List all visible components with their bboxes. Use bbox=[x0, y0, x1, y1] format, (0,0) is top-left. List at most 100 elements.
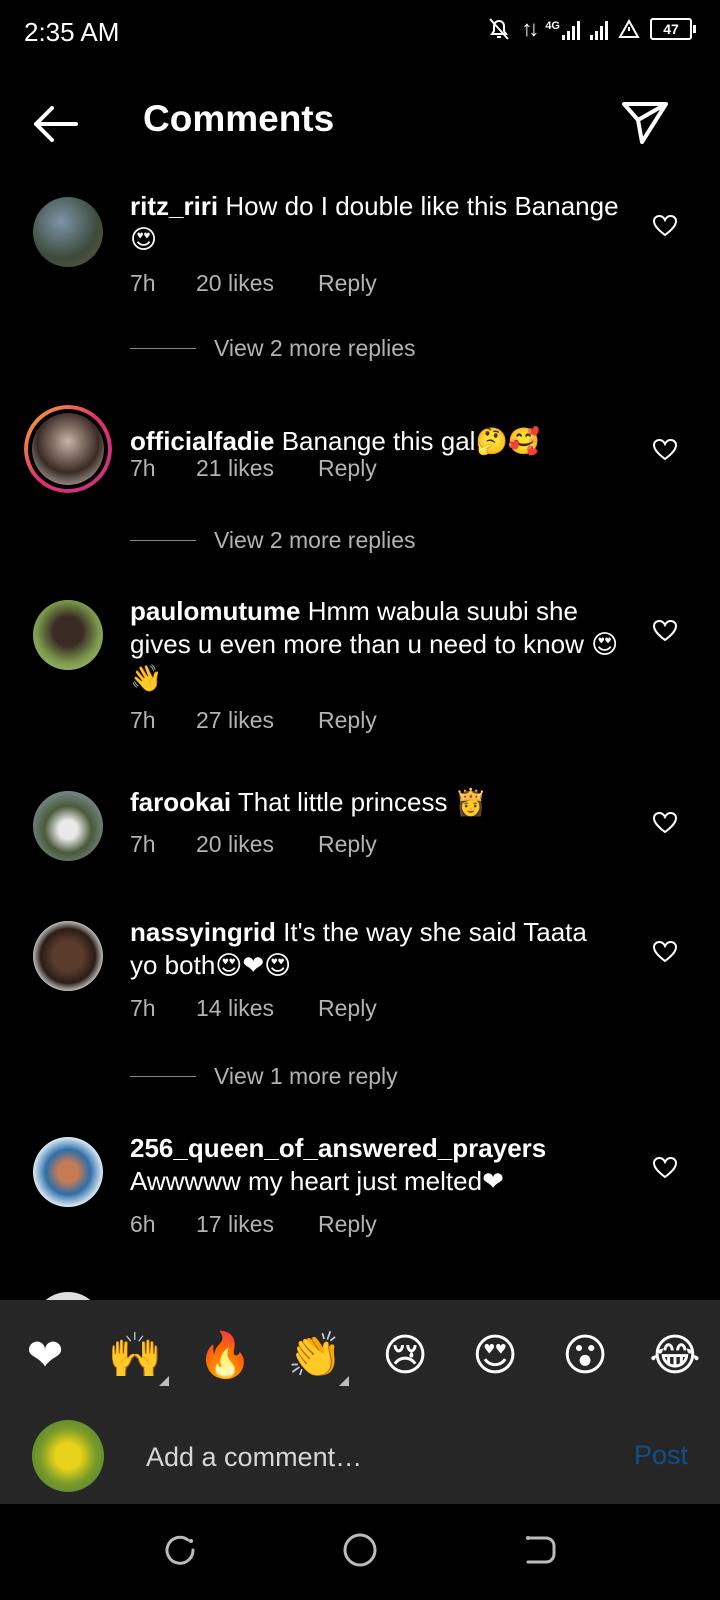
send-icon[interactable] bbox=[620, 98, 670, 148]
comment-time: 7h bbox=[130, 270, 156, 296]
back-nav-icon[interactable] bbox=[520, 1530, 560, 1570]
emoji-raised-hands-button[interactable]: 🙌 bbox=[105, 1328, 169, 1386]
comment-item: 256_queen_of_answered_prayers Awwwww my … bbox=[0, 1132, 720, 1254]
comment-time: 7h bbox=[130, 995, 156, 1021]
signal-2-icon bbox=[590, 18, 608, 40]
reply-button[interactable]: Reply bbox=[318, 1211, 377, 1238]
emoji-clap-button[interactable]: 👏 bbox=[285, 1328, 349, 1386]
emoji-surprised-button[interactable]: 😮 bbox=[555, 1328, 615, 1384]
comment-username[interactable]: nassyingrid bbox=[130, 917, 276, 947]
comment-time: 7h bbox=[130, 831, 156, 857]
comment-emoji: ❤ bbox=[482, 1167, 504, 1197]
header: Comments bbox=[0, 76, 720, 168]
comment-emoji: 😍 bbox=[130, 225, 158, 255]
emoji-heart-eyes-button[interactable]: 😍 bbox=[465, 1328, 525, 1384]
heart-icon[interactable] bbox=[652, 438, 678, 462]
comment-likes[interactable]: 20 likes bbox=[196, 831, 318, 858]
comment-meta: 7h 21 likes Reply bbox=[130, 455, 377, 482]
avatar[interactable] bbox=[33, 1137, 103, 1207]
comment-message: That little princess bbox=[237, 787, 448, 817]
comment-item: nassyingrid It's the way she said Taata … bbox=[0, 916, 720, 1098]
comment-username[interactable]: 256_queen_of_answered_prayers bbox=[130, 1133, 546, 1163]
reply-button[interactable]: Reply bbox=[318, 270, 377, 297]
data-transfer-icon: ↑↓ bbox=[521, 16, 539, 41]
heart-icon[interactable] bbox=[652, 1156, 678, 1180]
heart-icon[interactable] bbox=[652, 619, 678, 643]
reply-button[interactable]: Reply bbox=[318, 707, 377, 734]
battery-icon: 47 bbox=[650, 18, 696, 40]
comment-input[interactable] bbox=[144, 1436, 588, 1478]
emoji-laugh-button[interactable]: 😂 bbox=[645, 1328, 705, 1384]
avatar[interactable] bbox=[24, 405, 112, 493]
comment-likes[interactable]: 14 likes bbox=[196, 995, 318, 1022]
comment-emoji: 🤔🥰 bbox=[475, 427, 541, 457]
view-replies-button[interactable]: View 1 more reply bbox=[130, 1063, 398, 1090]
status-bar: 2:35 AM ↑↓ 4G 47 bbox=[0, 0, 720, 64]
comment-likes[interactable]: 17 likes bbox=[196, 1211, 318, 1238]
avatar[interactable] bbox=[33, 791, 103, 861]
comment-item: paulomutume Hmm wabula suubi she gives u… bbox=[0, 595, 720, 745]
home-icon[interactable] bbox=[340, 1530, 380, 1570]
emoji-quick-bar: ❤ 🙌 🔥 👏 😢 😍 😮 😂 bbox=[0, 1300, 720, 1410]
comment-text: officialfadie Banange this gal🤔🥰 bbox=[130, 425, 620, 459]
avatar[interactable] bbox=[33, 197, 103, 267]
heart-icon[interactable] bbox=[652, 214, 678, 238]
comment-likes[interactable]: 20 likes bbox=[196, 270, 318, 297]
comment-time: 7h bbox=[130, 707, 156, 733]
view-replies-label: View 2 more replies bbox=[214, 527, 416, 553]
emoji-heart-button[interactable]: ❤ bbox=[15, 1328, 75, 1384]
view-replies-button[interactable]: View 2 more replies bbox=[130, 527, 416, 554]
comment-meta: 7h 20 likes Reply bbox=[130, 270, 377, 297]
emoji-clap-glyph: 👏 bbox=[287, 1330, 343, 1381]
emoji-fire-button[interactable]: 🔥 bbox=[195, 1328, 255, 1384]
reply-button[interactable]: Reply bbox=[318, 995, 377, 1022]
emoji-cry-button[interactable]: 😢 bbox=[375, 1328, 435, 1384]
comment-message: Awwwww my heart just melted bbox=[130, 1166, 483, 1196]
reply-button[interactable]: Reply bbox=[318, 455, 377, 482]
comment-username[interactable]: paulomutume bbox=[130, 596, 300, 626]
current-user-avatar bbox=[32, 1420, 104, 1492]
comment-composer: Post bbox=[0, 1410, 720, 1504]
comment-username[interactable]: ritz_riri bbox=[130, 191, 218, 221]
view-replies-label: View 2 more replies bbox=[214, 335, 416, 361]
recent-apps-icon[interactable] bbox=[160, 1530, 200, 1570]
post-button[interactable]: Post bbox=[634, 1440, 688, 1471]
warning-icon bbox=[618, 19, 640, 38]
system-nav-bar bbox=[0, 1504, 720, 1600]
comment-emoji: 😍❤😍 bbox=[215, 951, 292, 981]
comment-item: ritz_riri How do I double like this Bana… bbox=[0, 190, 720, 380]
comment-likes[interactable]: 21 likes bbox=[196, 455, 318, 482]
comment-item: officialfadie Banange this gal🤔🥰 7h 21 l… bbox=[0, 405, 720, 575]
comment-username[interactable]: officialfadie bbox=[130, 426, 274, 456]
network-type: 4G bbox=[545, 20, 560, 32]
comment-likes[interactable]: 27 likes bbox=[196, 707, 318, 734]
status-icons: ↑↓ 4G 47 bbox=[487, 16, 696, 42]
comment-text: ritz_riri How do I double like this Bana… bbox=[130, 190, 620, 257]
status-time: 2:35 AM bbox=[24, 17, 120, 47]
comment-text: nassyingrid It's the way she said Taata … bbox=[130, 916, 620, 983]
comment-item: farookai That little princess 👸 7h 20 li… bbox=[0, 786, 720, 888]
comment-meta: 7h 14 likes Reply bbox=[130, 995, 377, 1022]
comment-meta: 7h 27 likes Reply bbox=[130, 707, 377, 734]
page-title: Comments bbox=[143, 98, 335, 139]
comment-meta: 7h 20 likes Reply bbox=[130, 831, 377, 858]
comment-time: 6h bbox=[130, 1211, 156, 1237]
comment-text: farookai That little princess 👸 bbox=[130, 786, 620, 820]
back-arrow-icon[interactable] bbox=[30, 102, 80, 146]
bell-off-icon bbox=[489, 18, 510, 40]
avatar[interactable] bbox=[33, 600, 103, 670]
heart-icon[interactable] bbox=[652, 940, 678, 964]
avatar[interactable] bbox=[33, 921, 103, 991]
signal-icon: 4G bbox=[545, 18, 580, 40]
view-replies-label: View 1 more reply bbox=[214, 1063, 398, 1089]
comment-username[interactable]: farookai bbox=[130, 787, 231, 817]
reply-button[interactable]: Reply bbox=[318, 831, 377, 858]
comment-text: paulomutume Hmm wabula suubi she gives u… bbox=[130, 595, 620, 696]
heart-icon[interactable] bbox=[652, 811, 678, 835]
comment-message: How do I double like this Banange bbox=[225, 191, 619, 221]
view-replies-button[interactable]: View 2 more replies bbox=[130, 335, 416, 362]
comment-message: Banange this gal bbox=[281, 426, 476, 456]
comment-text: 256_queen_of_answered_prayers Awwwww my … bbox=[130, 1132, 620, 1199]
battery-level: 47 bbox=[650, 18, 692, 40]
comment-emoji: 👸 bbox=[454, 788, 488, 818]
